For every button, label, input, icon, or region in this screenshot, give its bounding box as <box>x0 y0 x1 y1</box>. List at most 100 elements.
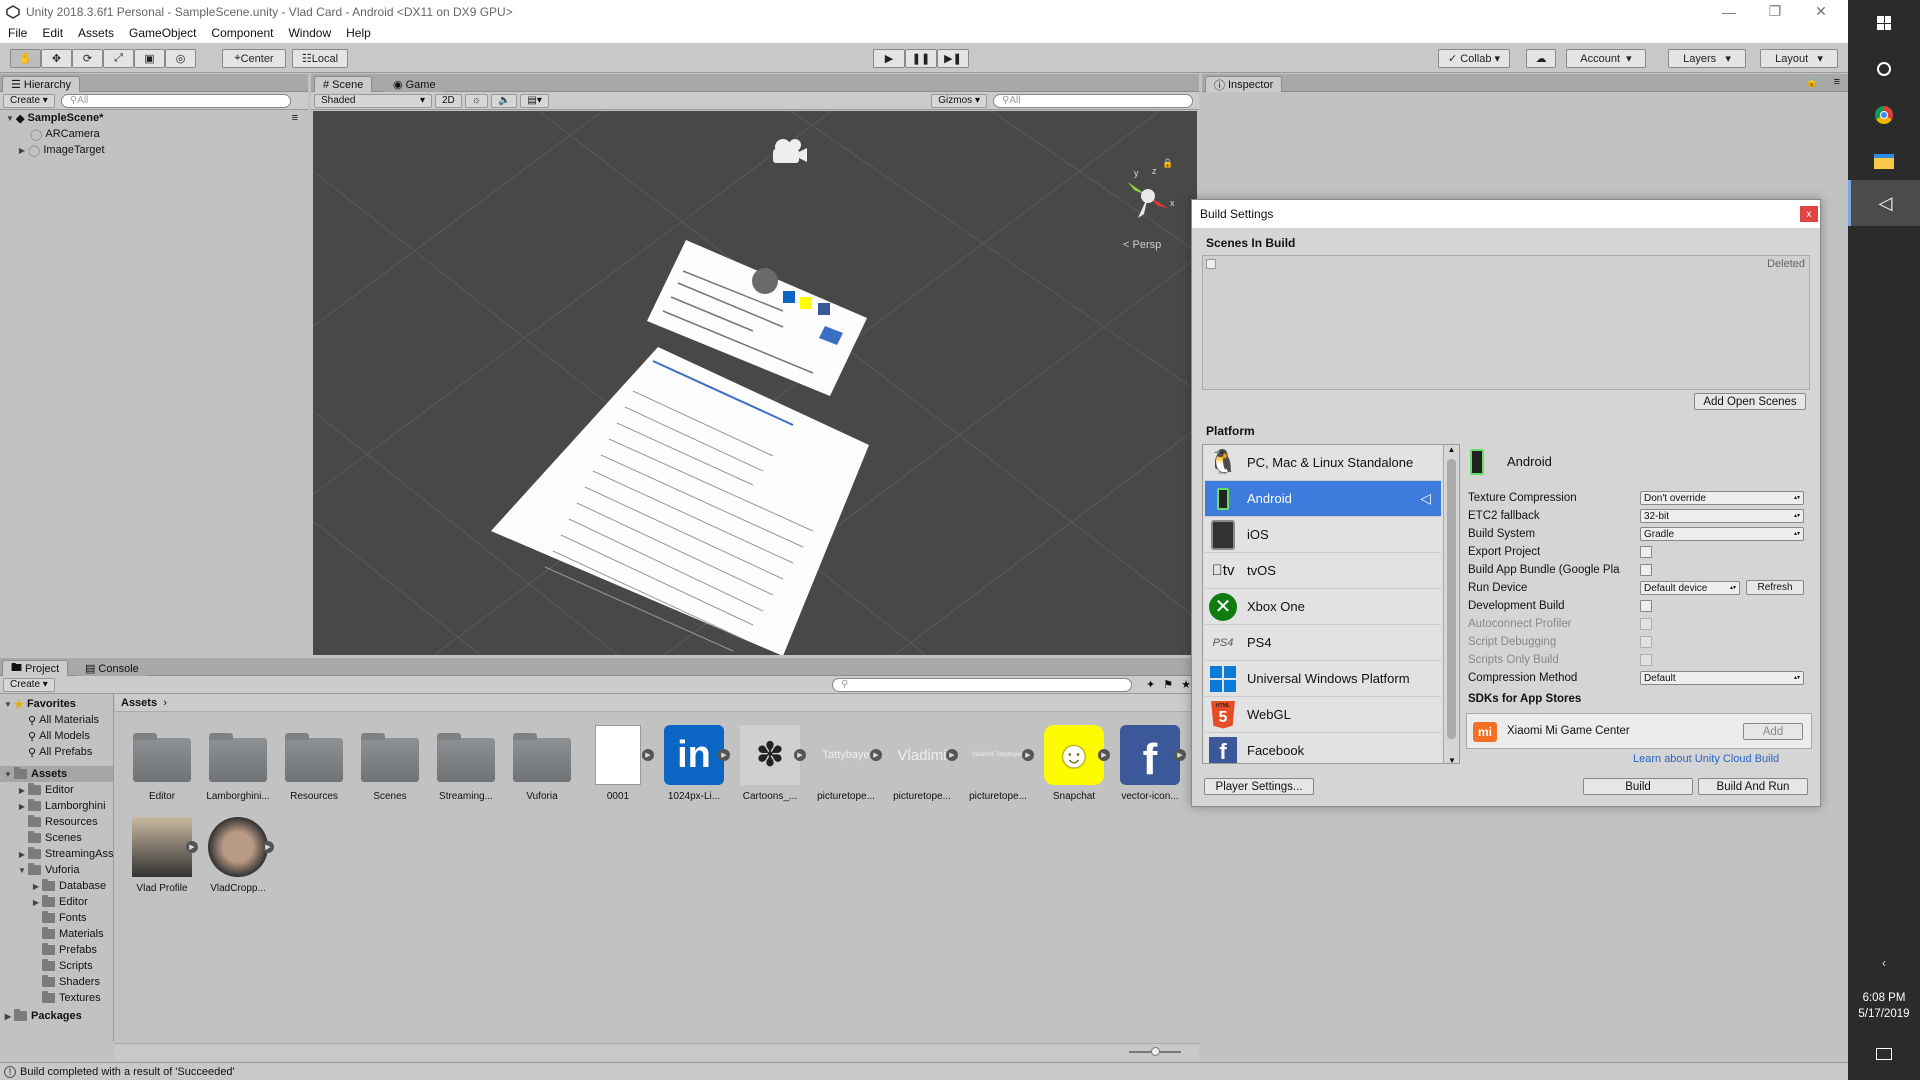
expand-arrow-icon[interactable]: ▼ <box>4 114 16 123</box>
asset-folder-lamborghini[interactable]: Lamborghini... <box>203 725 273 802</box>
add-open-scenes-button[interactable]: Add Open Scenes <box>1694 393 1806 410</box>
scroll-down-icon[interactable]: ▼ <box>1444 756 1459 763</box>
scene-search-input[interactable]: ⚲ All <box>993 93 1193 108</box>
favorites-row[interactable]: ▼ ★ Favorites <box>2 696 76 712</box>
expand-arrow-icon[interactable]: ▶ <box>16 146 28 155</box>
build-app-bundle-checkbox[interactable] <box>1640 564 1652 576</box>
texture-compression-dropdown[interactable]: Don't override <box>1640 491 1804 505</box>
asset-image-picture-1[interactable]: Tattybaye ▶ picturetope... <box>811 725 882 802</box>
expand-asset-icon[interactable]: ▶ <box>1022 749 1034 761</box>
scale-tool-icon[interactable]: ⤢ <box>103 49 134 68</box>
compression-method-dropdown[interactable]: Default <box>1640 671 1804 685</box>
favorite-star-icon[interactable]: ★ <box>1181 678 1191 691</box>
asset-image-picture-3[interactable]: Vladimir Tattybayev ▶ picturetope... <box>963 725 1034 802</box>
windows-start-icon[interactable] <box>1848 0 1920 46</box>
menu-file[interactable]: File <box>8 26 27 40</box>
pivot-center-button[interactable]: ⌖ Center <box>222 49 286 68</box>
expand-arrow-icon[interactable]: ▶ <box>16 850 28 859</box>
asset-folder-resources[interactable]: Resources <box>279 725 349 802</box>
menu-window[interactable]: Window <box>288 26 331 40</box>
run-device-dropdown[interactable]: Default device <box>1640 581 1740 595</box>
platform-ios[interactable]: iOS <box>1205 517 1441 553</box>
asset-folder-streaming[interactable]: Streaming... <box>431 725 501 802</box>
gizmo-lock-icon[interactable]: 🔒 <box>1162 158 1173 168</box>
gizmos-dropdown[interactable]: Gizmos ▾ <box>931 93 987 108</box>
account-dropdown[interactable]: Account ▾ <box>1566 49 1646 68</box>
platform-facebook[interactable]: f Facebook <box>1205 733 1441 763</box>
favorite-item[interactable]: ⚲ All Materials <box>28 712 99 728</box>
layers-dropdown[interactable]: Layers ▾ <box>1668 49 1746 68</box>
refresh-devices-button[interactable]: Refresh <box>1746 580 1804 595</box>
hierarchy-item-imagetarget[interactable]: ▶ ◯ ImageTarget <box>16 142 105 158</box>
expand-asset-icon[interactable]: ▶ <box>794 749 806 761</box>
lock-icon[interactable]: 🔒 <box>1806 77 1818 88</box>
tree-folder-editor[interactable]: ▶ Editor <box>16 782 74 798</box>
assets-root-row[interactable]: ▼ Assets <box>0 766 113 782</box>
expand-asset-icon[interactable]: ▶ <box>870 749 882 761</box>
tree-folder-database[interactable]: ▶ Database <box>30 878 106 894</box>
move-tool-icon[interactable]: ✥ <box>41 49 72 68</box>
breadcrumb-assets[interactable]: Assets <box>121 697 157 709</box>
audio-icon[interactable]: 🔈 <box>490 93 518 108</box>
expand-asset-icon[interactable]: ▶ <box>1098 749 1110 761</box>
collab-button[interactable]: ✓ Collab ▾ <box>1438 49 1510 68</box>
maximize-icon[interactable]: ❐ <box>1752 0 1798 23</box>
tree-folder-resources[interactable]: Resources <box>28 814 98 830</box>
orientation-gizmo-icon[interactable]: y z x <box>1128 166 1175 218</box>
expand-arrow-icon[interactable]: ▶ <box>30 898 42 907</box>
asset-image-linkedin[interactable]: in ▶ 1024px-Li... <box>659 725 730 802</box>
cortana-search-icon[interactable] <box>1848 46 1920 92</box>
menu-component[interactable]: Component <box>211 26 273 40</box>
hierarchy-create-button[interactable]: Create ▾ <box>3 93 55 108</box>
asset-folder-editor[interactable]: Editor <box>127 725 197 802</box>
lighting-icon[interactable]: ☼ <box>464 93 488 108</box>
tab-hierarchy[interactable]: ☰ Hierarchy <box>2 76 80 92</box>
tab-game[interactable]: ◉ Game <box>384 76 445 92</box>
scene-viewport[interactable]: y z x 🔒 < Persp <box>313 111 1197 655</box>
sdk-add-button[interactable]: Add <box>1743 723 1803 740</box>
close-icon[interactable]: x <box>1800 206 1818 222</box>
learn-cloud-build-link[interactable]: Learn about Unity Cloud Build <box>1633 753 1779 765</box>
platform-android[interactable]: Android ◁ <box>1205 481 1441 517</box>
pause-button[interactable]: ❚❚ <box>905 49 937 68</box>
expand-asset-icon[interactable]: ▶ <box>718 749 730 761</box>
scene-root-row[interactable]: ▼ ◆ SampleScene* ≡ <box>4 110 304 126</box>
scene-checkbox[interactable] <box>1206 259 1216 269</box>
tree-folder-fonts[interactable]: Fonts <box>42 910 87 926</box>
tab-inspector[interactable]: ⓘ Inspector <box>1205 76 1283 92</box>
toggle-2d-button[interactable]: 2D <box>435 93 462 108</box>
expand-arrow-icon[interactable]: ▼ <box>2 700 14 709</box>
menu-edit[interactable]: Edit <box>42 26 63 40</box>
step-button[interactable]: ▶❚ <box>937 49 969 68</box>
cloud-button[interactable]: ☁ <box>1526 49 1556 68</box>
scene-menu-icon[interactable]: ≡ <box>292 112 298 124</box>
favorite-item[interactable]: ⚲ All Prefabs <box>28 744 92 760</box>
asset-folder-vuforia[interactable]: Vuforia <box>507 725 577 802</box>
tree-folder-scripts[interactable]: Scripts <box>42 958 93 974</box>
build-button[interactable]: Build <box>1583 778 1693 795</box>
scenes-list[interactable]: Deleted <box>1202 255 1810 390</box>
packages-row[interactable]: ▶ Packages <box>2 1008 82 1024</box>
asset-image-vladcropped[interactable]: ▶ VladCropp... <box>203 817 274 894</box>
platform-xbox[interactable]: ✕ Xbox One <box>1205 589 1441 625</box>
rotate-tool-icon[interactable]: ⟳ <box>72 49 103 68</box>
expand-arrow-icon[interactable]: ▼ <box>16 866 28 875</box>
project-search-input[interactable]: ⚲ <box>832 677 1133 692</box>
tree-folder-prefabs[interactable]: Prefabs <box>42 942 97 958</box>
filter-label-icon[interactable]: ⚑ <box>1163 678 1173 691</box>
asset-image-picture-2[interactable]: Vladimi ▶ picturetope... <box>887 725 958 802</box>
cv-page-target[interactable] <box>491 347 869 655</box>
hierarchy-search-input[interactable]: ⚲ All <box>60 93 291 108</box>
file-explorer-icon[interactable] <box>1848 138 1920 184</box>
layout-dropdown[interactable]: Layout ▾ <box>1760 49 1838 68</box>
tab-scene[interactable]: # Scene <box>314 76 373 92</box>
scroll-up-icon[interactable]: ▲ <box>1444 445 1459 454</box>
tree-folder-editor-sub[interactable]: ▶ Editor <box>30 894 88 910</box>
build-and-run-button[interactable]: Build And Run <box>1698 778 1808 795</box>
tree-folder-streamingassets[interactable]: ▶ StreamingAssets <box>16 846 113 862</box>
tab-project[interactable]: 🖿 Project <box>2 660 69 676</box>
expand-arrow-icon[interactable]: ▶ <box>2 1012 14 1021</box>
camera-gizmo-icon[interactable] <box>773 139 807 163</box>
expand-arrow-icon[interactable]: ▼ <box>2 770 14 779</box>
expand-asset-icon[interactable]: ▶ <box>262 841 274 853</box>
